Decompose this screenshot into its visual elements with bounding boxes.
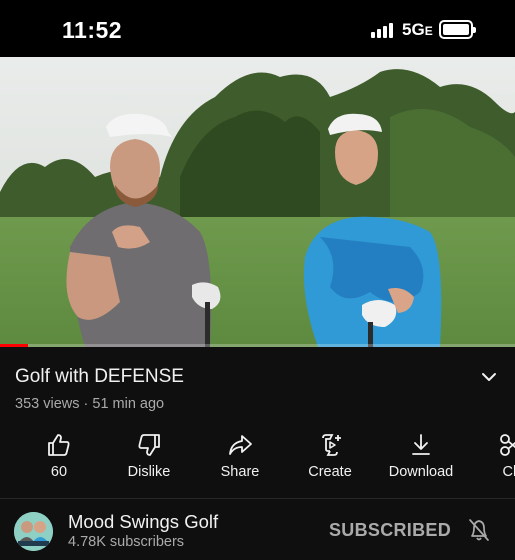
bell-off-icon[interactable] xyxy=(467,517,491,543)
status-bar: 11:52 5GE xyxy=(0,0,515,57)
like-count: 60 xyxy=(50,464,68,480)
create-icon xyxy=(322,434,341,456)
view-count: 353 views xyxy=(15,396,80,412)
video-frame xyxy=(0,57,515,347)
share-button[interactable]: Share xyxy=(200,428,280,490)
subscribed-button[interactable]: SUBSCRIBED xyxy=(329,520,451,541)
status-time: 11:52 xyxy=(62,17,123,43)
video-title[interactable]: Golf with DEFENSE xyxy=(15,366,184,388)
clip-button[interactable]: Cli xyxy=(471,428,515,490)
channel-name[interactable]: Mood Swings Golf xyxy=(68,511,218,533)
action-bar: 60 Dislike Share Create Download Cl xyxy=(0,428,515,490)
dislike-button[interactable]: Dislike xyxy=(109,428,189,490)
network-type: 5GE xyxy=(402,20,433,40)
clip-label: Cli xyxy=(502,464,515,480)
battery-icon xyxy=(439,20,476,39)
download-button[interactable]: Download xyxy=(381,428,461,490)
video-meta[interactable]: 353 views · 51 min ago xyxy=(15,396,164,412)
dislike-label: Dislike xyxy=(127,464,171,480)
upload-age: 51 min ago xyxy=(92,396,165,412)
clip-icon xyxy=(500,434,515,456)
like-button[interactable]: 60 xyxy=(19,428,99,490)
share-label: Share xyxy=(220,464,260,480)
download-label: Download xyxy=(388,464,454,480)
battery-level xyxy=(443,24,469,35)
meta-separator: · xyxy=(79,396,93,412)
thumbs-up-icon xyxy=(48,434,70,456)
channel-logo xyxy=(14,512,53,551)
subscriber-count: 4.78K subscribers xyxy=(68,534,185,550)
chevron-down-icon[interactable] xyxy=(478,367,500,387)
video-progress-fill xyxy=(0,344,29,347)
create-label: Create xyxy=(308,464,352,480)
network-suffix: E xyxy=(424,24,433,38)
signal-strength-icon xyxy=(371,22,397,38)
thumbs-down-icon xyxy=(138,434,160,456)
channel-avatar[interactable] xyxy=(14,512,53,551)
divider xyxy=(0,498,515,499)
share-icon xyxy=(229,435,252,455)
video-progress-bar[interactable] xyxy=(0,344,515,347)
network-label: 5G xyxy=(402,20,425,39)
create-button[interactable]: Create xyxy=(290,428,370,490)
youtube-watch-screen: 11:52 5GE Golf with DEFENSE 353 views · … xyxy=(0,0,515,560)
download-icon xyxy=(412,434,430,455)
video-player[interactable] xyxy=(0,57,515,347)
